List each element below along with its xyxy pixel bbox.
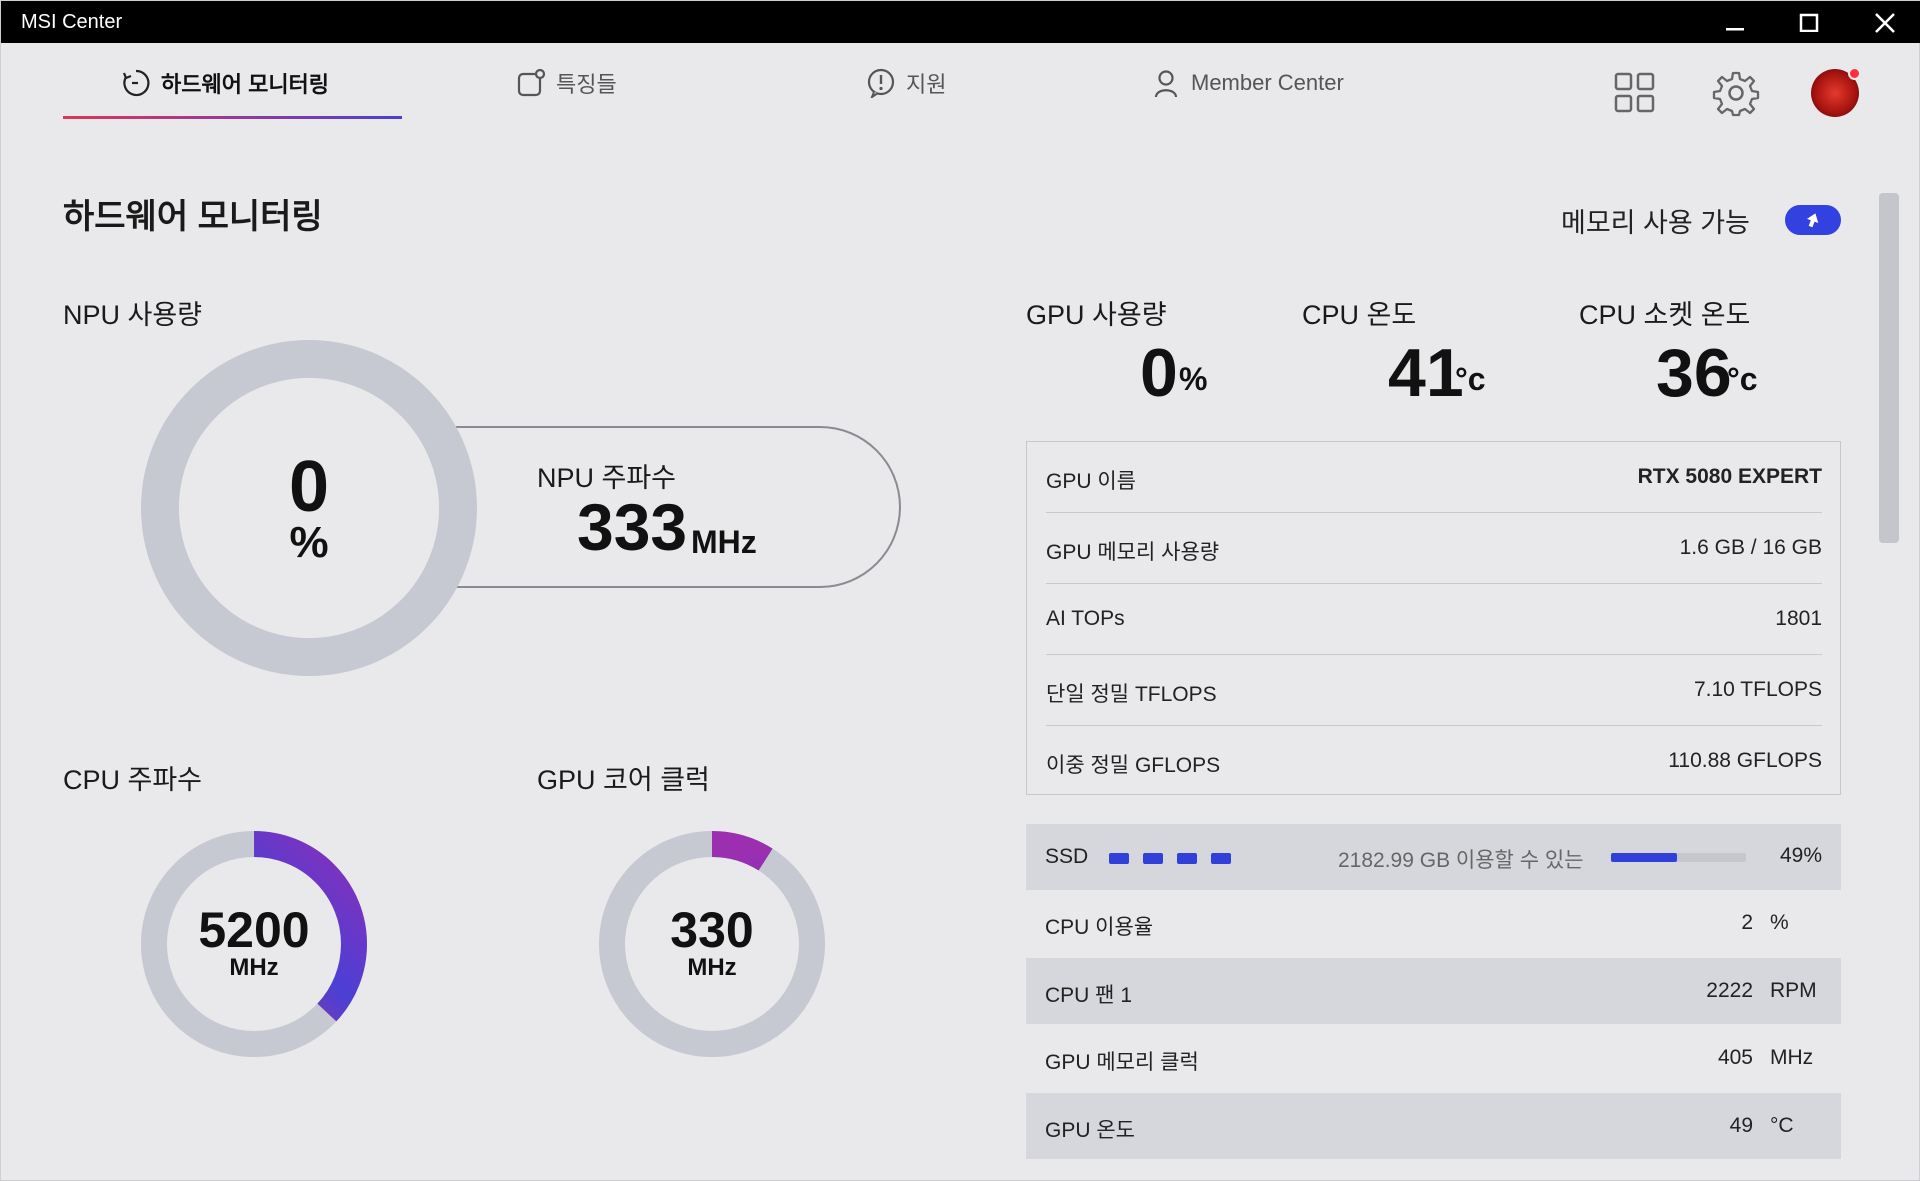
user-icon — [1154, 70, 1178, 98]
stat-unit: MHz — [1770, 1046, 1814, 1069]
avatar[interactable] — [1811, 67, 1861, 117]
page-title: 하드웨어 모니터링 — [63, 198, 323, 236]
gpu-info-row: GPU 이름 RTX 5080 EXPERT — [1046, 442, 1822, 513]
msi-center-window: MSI Center 하드웨어 모니터링 특징들 지원 Member Cente… — [0, 0, 1920, 1181]
npu-frequency-value: 333 — [577, 490, 688, 564]
npu-usage-value-group: 0 % — [259, 447, 359, 567]
refresh-clock-icon — [122, 69, 150, 97]
gear-icon — [1712, 71, 1760, 117]
gpu-usage-label: GPU 사용량 — [1026, 300, 1167, 330]
ssd-available-text: 2182.99 GB 이용할 수 있는 — [1338, 849, 1584, 872]
gpu-info-value: RTX 5080 EXPERT — [1637, 465, 1822, 488]
cpu-temp-label: CPU 온도 — [1302, 300, 1417, 330]
stat-row: CPU 이용율 2 % — [1026, 890, 1841, 956]
gpu-info-row: 이중 정밀 GFLOPS 110.88 GFLOPS — [1046, 726, 1822, 797]
gpu-info-value: 110.88 GFLOPS — [1668, 749, 1822, 772]
stat-value: 49 — [1729, 1114, 1753, 1137]
gpu-info-key: GPU 메모리 사용량 — [1046, 541, 1220, 564]
gpu-usage-value: 0 — [1140, 335, 1178, 411]
tab-label: 특징들 — [556, 72, 617, 97]
stat-key: CPU 이용율 — [1045, 916, 1154, 939]
gpu-usage-unit: % — [1179, 361, 1208, 397]
tab-label: 지원 — [906, 72, 947, 97]
maximize-icon — [1799, 13, 1819, 32]
gpu-info-value: 7.10 TFLOPS — [1693, 678, 1822, 701]
stat-key: GPU 온도 — [1045, 1119, 1135, 1142]
stat-value: 2222 — [1706, 979, 1753, 1002]
alert-circle-icon — [867, 68, 895, 98]
tab-hardware-monitoring[interactable]: 하드웨어 모니터링 — [121, 63, 329, 103]
ssd-usage-bar — [1611, 853, 1746, 862]
upload-arrow-icon — [1807, 213, 1819, 228]
feature-icon — [517, 68, 546, 97]
cpu-socket-temp-value: 36 — [1656, 335, 1732, 411]
gpu-core-clock-label: GPU 코어 클럭 — [537, 765, 710, 795]
title-bar: MSI Center — [1, 1, 1920, 43]
tab-member-center[interactable]: Member Center — [1151, 63, 1344, 103]
app-title: MSI Center — [21, 11, 123, 33]
minimize-button[interactable] — [1707, 1, 1763, 43]
gpu-info-value: 1.6 GB / 16 GB — [1679, 536, 1822, 559]
stat-row: GPU 메모리 클럭 405 MHz — [1026, 1025, 1841, 1091]
tab-features[interactable]: 특징들 — [516, 63, 617, 103]
settings-button[interactable] — [1712, 69, 1760, 117]
gpu-info-key: 단일 정밀 TFLOPS — [1046, 683, 1217, 706]
tab-label: Member Center — [1191, 70, 1344, 95]
stat-key: GPU 메모리 클럭 — [1045, 1051, 1199, 1074]
stat-value: 2 — [1741, 911, 1753, 934]
ssd-usage-fill — [1611, 853, 1678, 862]
grid-icon — [1614, 72, 1655, 113]
gpu-info-row: AI TOPs 1801 — [1046, 584, 1822, 655]
close-button[interactable] — [1856, 1, 1912, 43]
cpu-socket-temp-unit: °c — [1727, 361, 1758, 397]
cpu-socket-temp-label: CPU 소켓 온도 — [1579, 300, 1751, 330]
active-tab-indicator — [63, 116, 402, 119]
stat-key: CPU 팬 1 — [1045, 984, 1133, 1007]
npu-usage-label: NPU 사용량 — [63, 300, 203, 330]
close-icon — [1875, 13, 1895, 33]
gpu-info-row: GPU 메모리 사용량 1.6 GB / 16 GB — [1046, 513, 1822, 584]
gpu-info-key: AI TOPs — [1046, 607, 1125, 630]
cpu-frequency-value-group: 5200 MHz — [184, 904, 324, 980]
gpu-core-clock-value: 330 — [670, 902, 754, 958]
cpu-frequency-unit: MHz — [229, 954, 279, 981]
apps-grid-button[interactable] — [1611, 69, 1659, 117]
npu-usage-unit: % — [289, 518, 329, 567]
ssd-drive-block — [1143, 853, 1163, 864]
gpu-info-key: GPU 이름 — [1046, 470, 1136, 493]
maximize-button[interactable] — [1781, 1, 1837, 43]
ssd-drive-block — [1211, 853, 1231, 864]
memory-available-label: 메모리 사용 가능 — [1561, 208, 1750, 238]
scrollbar-thumb[interactable] — [1879, 193, 1899, 543]
gpu-info-value: 1801 — [1775, 607, 1822, 630]
ssd-usage-percent: 49% — [1779, 844, 1822, 867]
stat-row: GPU 온도 49 °C — [1026, 1093, 1841, 1159]
notification-badge — [1848, 67, 1861, 80]
cpu-temp-unit: °c — [1455, 361, 1486, 397]
ssd-label: SSD — [1045, 845, 1089, 868]
gpu-core-clock-value-group: 330 MHz — [642, 904, 782, 980]
stat-unit: °C — [1770, 1114, 1794, 1137]
stat-unit: RPM — [1770, 979, 1817, 1002]
stat-value: 405 — [1717, 1046, 1753, 1069]
gpu-info-key: 이중 정밀 GFLOPS — [1046, 754, 1221, 777]
tab-label: 하드웨어 모니터링 — [161, 72, 330, 97]
minimize-icon — [1726, 28, 1744, 31]
gpu-info-row: 단일 정밀 TFLOPS 7.10 TFLOPS — [1046, 655, 1822, 726]
cpu-temp-value: 41 — [1388, 335, 1464, 411]
gpu-core-clock-unit: MHz — [687, 954, 737, 981]
cpu-frequency-label: CPU 주파수 — [63, 765, 203, 795]
cpu-frequency-value: 5200 — [198, 902, 310, 958]
npu-frequency-unit: MHz — [691, 524, 757, 560]
npu-usage-value: 0 — [288, 447, 330, 527]
stat-row: CPU 팬 1 2222 RPM — [1026, 958, 1841, 1024]
gpu-info-panel: GPU 이름 RTX 5080 EXPERT GPU 메모리 사용량 1.6 G… — [1026, 441, 1841, 795]
tab-support[interactable]: 지원 — [866, 63, 946, 103]
ssd-drive-block — [1109, 853, 1129, 864]
ssd-drive-block — [1177, 853, 1197, 864]
memory-toggle[interactable] — [1785, 205, 1841, 235]
ssd-row: SSD 2182.99 GB 이용할 수 있는 49% — [1026, 824, 1841, 890]
stat-unit: % — [1770, 911, 1789, 934]
